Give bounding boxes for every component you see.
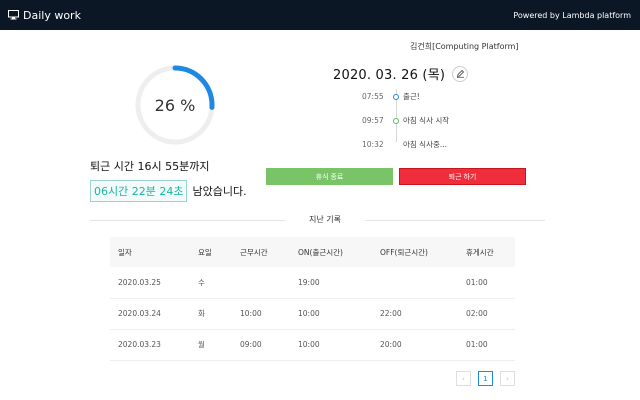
table-cell: 01:00 (458, 267, 515, 299)
rest-end-button[interactable]: 휴식 종료 (266, 168, 393, 185)
table-cell: 2020.03.25 (110, 267, 190, 299)
column-header: 일자 (110, 237, 190, 267)
timeline-label: 아침 식사 시작 (403, 116, 450, 125)
table-cell: 20:00 (372, 329, 458, 361)
remaining-row: 06시간 22분 24초 남았습니다. (90, 180, 247, 202)
timeline-label: 아침 식사중... (403, 140, 448, 149)
table-cell: 09:00 (232, 329, 290, 361)
prev-page-button[interactable]: ‹ (456, 371, 471, 386)
table-cell: 수 (190, 267, 232, 299)
remaining-time-badge: 06시간 22분 24초 (90, 180, 188, 202)
table-cell: 10:00 (290, 329, 372, 361)
divider-right (365, 220, 545, 221)
leave-time-text: 퇴근 시간 16시 55분까지 (90, 160, 210, 173)
monitor-icon (8, 10, 19, 20)
timeline-time: 10:32 (362, 140, 384, 149)
table-row: 2020.03.24 화 10:00 10:00 22:00 02:00 (110, 298, 515, 330)
timeline-dot-icon (393, 117, 399, 124)
progress-percent: 26 % (154, 95, 196, 115)
table-cell: 22:00 (372, 298, 458, 330)
table-cell: 화 (190, 298, 232, 330)
edit-button[interactable] (452, 65, 469, 82)
column-header: OFF(퇴근시간) (372, 237, 458, 267)
pencil-icon (456, 69, 464, 78)
column-header: 요일 (190, 237, 232, 267)
table-row: 2020.03.23 월 09:00 10:00 20:00 01:00 (110, 329, 515, 361)
history-title: 지난 기록 (309, 215, 341, 224)
table-row: 2020.03.25 수 19:00 01:00 (110, 267, 515, 299)
table-cell: 01:00 (458, 329, 515, 361)
timeline-dot-icon (393, 93, 399, 100)
column-header: 근무시간 (232, 237, 290, 267)
table-cell: 02:00 (458, 298, 515, 330)
timeline-item: 07:55 출근! (362, 91, 420, 102)
brand[interactable]: Daily work (8, 9, 81, 22)
app-title: Daily work (23, 8, 81, 22)
user-name: 김건희[Computing Platform] (410, 42, 519, 51)
table-cell: 10:00 (232, 298, 290, 330)
remaining-suffix: 남았습니다. (192, 185, 247, 198)
column-header: 휴게시간 (458, 237, 515, 267)
table-cell: 2020.03.23 (110, 329, 190, 361)
column-header: ON(출근시간) (290, 237, 372, 267)
timeline-label: 출근! (403, 92, 420, 101)
divider-left (90, 220, 285, 221)
table-cell (372, 267, 458, 299)
timeline-time: 09:57 (362, 116, 384, 125)
powered-by-text: Powered by Lambda platform (513, 10, 631, 20)
table-cell: 10:00 (290, 298, 372, 330)
timeline-dot-icon (393, 141, 399, 148)
table-header-row: 일자 요일 근무시간 ON(출근시간) OFF(퇴근시간) 휴게시간 (110, 237, 515, 267)
timeline-item: 10:32 아침 식사중... (362, 139, 447, 150)
table-cell: 19:00 (290, 267, 372, 299)
date-row: 2020. 03. 26 (목) (333, 64, 469, 83)
table-cell: 2020.03.24 (110, 298, 190, 330)
history-table: 일자 요일 근무시간 ON(출근시간) OFF(퇴근시간) 휴게시간 2020.… (110, 237, 515, 361)
top-navbar: Daily work Powered by Lambda platform (0, 0, 640, 30)
timeline-time: 07:55 (362, 92, 384, 101)
table-cell: 월 (190, 329, 232, 361)
leave-work-button[interactable]: 퇴근 하기 (399, 168, 526, 185)
current-date: 2020. 03. 26 (목) (333, 68, 446, 83)
table-cell (232, 267, 290, 299)
page-button-current[interactable]: 1 (478, 371, 493, 386)
timeline-item: 09:57 아침 식사 시작 (362, 115, 449, 126)
next-page-button[interactable]: › (500, 371, 515, 386)
